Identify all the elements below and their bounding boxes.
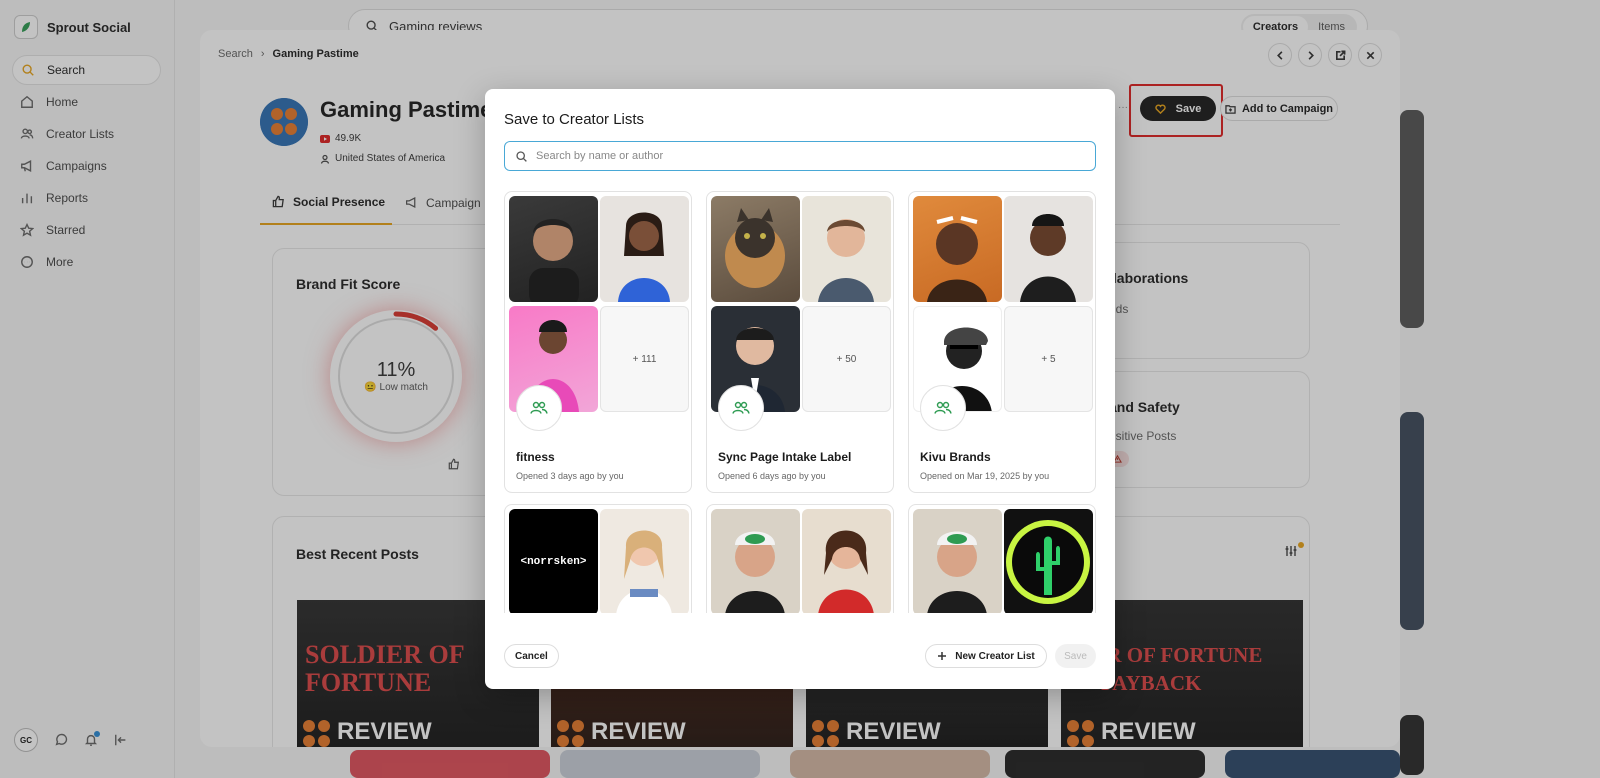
modal-footer: Cancel New Creator List Save: [504, 644, 1096, 668]
member-photo: <norrsken>: [509, 509, 598, 613]
member-photo: [711, 509, 800, 613]
creator-list-card[interactable]: + 50 Sync Page Intake Label Opened 6 day…: [706, 191, 894, 493]
creator-list-card[interactable]: + 111 fitness Opened 3 days ago by you: [504, 191, 692, 493]
list-meta: Opened 6 days ago by you: [718, 471, 826, 481]
list-name: fitness: [516, 450, 555, 464]
member-photo: [802, 196, 891, 302]
member-photo: [1004, 196, 1093, 302]
modal-save-button[interactable]: Save: [1055, 644, 1096, 668]
more-members-tile: + 5: [1004, 306, 1093, 412]
list-meta: Opened on Mar 19, 2025 by you: [920, 471, 1050, 481]
member-photo: [802, 509, 891, 613]
list-search-input[interactable]: [536, 150, 1076, 162]
creator-list-card[interactable]: + 5 Kivu Brands Opened on Mar 19, 2025 b…: [908, 191, 1096, 493]
creator-list-card[interactable]: <norrsken>: [504, 504, 692, 613]
list-meta: Opened 3 days ago by you: [516, 471, 624, 481]
member-photo: [600, 509, 689, 613]
save-to-creator-lists-modal: Save to Creator Lists + 111 fitness Open…: [485, 89, 1115, 689]
group-icon: [516, 385, 562, 431]
member-photo: [711, 196, 800, 302]
norrsken-logo-text: <norrsken>: [520, 556, 587, 568]
group-icon: [718, 385, 764, 431]
more-members-tile: + 111: [600, 306, 689, 412]
list-name: Kivu Brands: [920, 450, 991, 464]
cancel-button[interactable]: Cancel: [504, 644, 559, 668]
creator-list-card[interactable]: [706, 504, 894, 613]
member-photo: [913, 196, 1002, 302]
member-photo: [600, 196, 689, 302]
list-name: Sync Page Intake Label: [718, 450, 852, 464]
list-search-field[interactable]: [504, 141, 1096, 171]
search-icon: [515, 150, 528, 163]
creator-lists-grid[interactable]: + 111 fitness Opened 3 days ago by you +…: [504, 191, 1096, 613]
member-photo: [1004, 509, 1093, 613]
plus-icon: [937, 651, 947, 661]
new-creator-list-label: New Creator List: [955, 650, 1035, 662]
more-members-tile: + 50: [802, 306, 891, 412]
new-creator-list-button[interactable]: New Creator List: [925, 644, 1047, 668]
creator-list-card[interactable]: [908, 504, 1096, 613]
member-photo: [913, 509, 1002, 613]
member-photo: [509, 196, 598, 302]
group-icon: [920, 385, 966, 431]
modal-title: Save to Creator Lists: [504, 111, 645, 128]
